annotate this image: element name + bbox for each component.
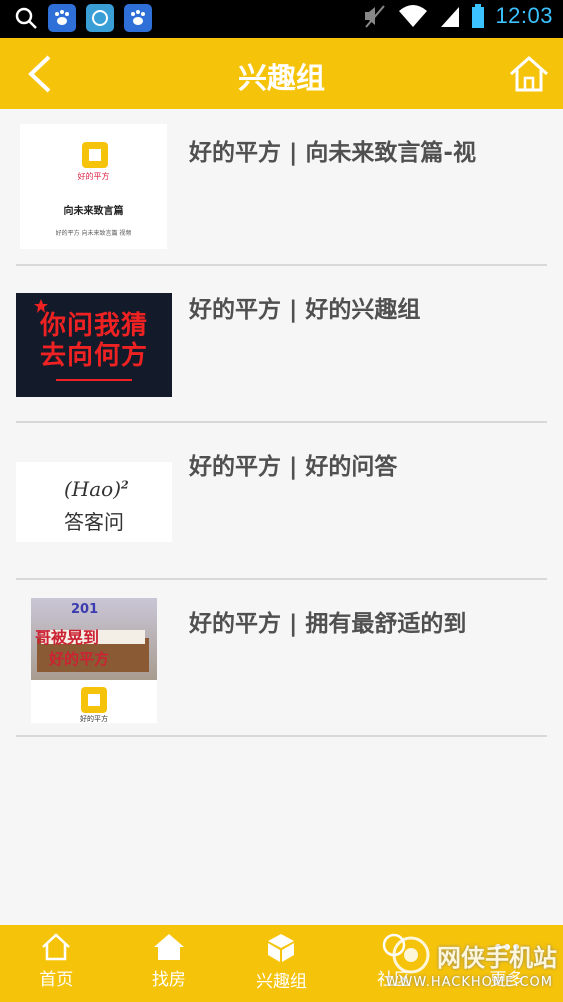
item-thumbnail: 201 哥被晃到 好的平方 好的平方 (31, 598, 157, 723)
cube-icon (268, 934, 295, 962)
list-item[interactable]: 好的平方 向未来致言篇 好的平方 向未来致言篇 视频 好的平方 | 向未来致言篇… (0, 109, 563, 266)
thumb-subcaption: 答客问 (64, 510, 124, 534)
baidu-icon (124, 4, 152, 32)
home-outline-icon (42, 933, 71, 961)
item-thumbnail: 好的平方 向未来致言篇 好的平方 向未来致言篇 视频 (20, 124, 167, 249)
item-title: 好的平方 | 好的问答 (189, 454, 398, 480)
thumb-subcaption: 好的平方 向未来致言篇 视频 (55, 230, 132, 237)
thumb-rule (56, 379, 132, 381)
watermark-text: 网侠手机站 (437, 943, 557, 972)
logo-icon (82, 142, 108, 168)
thumb-logo-text: 好的平方 (77, 172, 110, 181)
app-icon (86, 4, 114, 32)
logo-icon (81, 687, 107, 713)
nav-home[interactable]: 首页 (0, 925, 113, 1002)
item-title: 好的平方 | 向未来致言篇-视 (189, 140, 476, 166)
battery-icon (471, 3, 485, 29)
page-title: 兴趣组 (237, 61, 325, 95)
nav-label: 找房 (151, 970, 186, 990)
thumb-caption: 向未来致言篇 (63, 206, 124, 217)
house-icon (153, 934, 184, 960)
thumb-logo-text: 好的平方 (80, 715, 108, 723)
item-thumbnail: (Hao)2 答客问 (16, 462, 172, 542)
thumb-subcaption: 去向何方 (39, 341, 148, 371)
thumb-caption-text: (Hao) (64, 477, 122, 501)
thumb-photo: 201 哥被晃到 好的平方 (31, 598, 157, 680)
nav-interest-group[interactable]: 兴趣组 (225, 925, 338, 1002)
list-item[interactable]: (Hao)2 答客问 好的平方 | 好的问答 (0, 423, 563, 580)
home-icon (510, 56, 548, 92)
baidu-icon (48, 4, 76, 32)
interest-group-list: 好的平方 向未来致言篇 好的平方 向未来致言篇 视频 好的平方 | 向未来致言篇… (0, 109, 563, 737)
clock: 12:03 (495, 3, 553, 28)
signal-icon (439, 3, 461, 29)
mute-icon (363, 3, 387, 29)
wifi-icon (397, 3, 429, 29)
nav-label: 兴趣组 (255, 972, 307, 992)
home-button[interactable] (507, 52, 551, 96)
nav-label: 首页 (39, 970, 74, 990)
divider (16, 735, 547, 737)
watermark-logo-icon (392, 936, 430, 974)
watermark-subtext: WWW.HACKHOME.COM (385, 975, 553, 990)
thumb-caption: (Hao)2 (64, 477, 129, 501)
item-title: 好的平方 | 拥有最舒适的到 (189, 611, 467, 637)
search-icon (14, 6, 38, 30)
item-thumbnail: 你问我猜 去向何方 (16, 293, 172, 397)
list-item[interactable]: 201 哥被晃到 好的平方 好的平方 好的平方 | 拥有最舒适的到 (0, 580, 563, 737)
thumb-superscript: 2 (121, 478, 129, 492)
nav-find-house[interactable]: 找房 (113, 925, 226, 1002)
app-header: 兴趣组 (0, 38, 563, 109)
list-item[interactable]: 你问我猜 去向何方 好的平方 | 好的兴趣组 (0, 266, 563, 423)
status-bar: 12:03 (0, 0, 563, 38)
watermark: 网侠手机站 (391, 935, 557, 975)
thumb-year: 201 (71, 602, 99, 617)
thumb-subcaption: 好的平方 (49, 650, 110, 668)
item-title: 好的平方 | 好的兴趣组 (189, 297, 421, 323)
thumb-caption: 哥被晃到 (35, 628, 100, 647)
thumb-caption: 你问我猜 (39, 311, 148, 341)
